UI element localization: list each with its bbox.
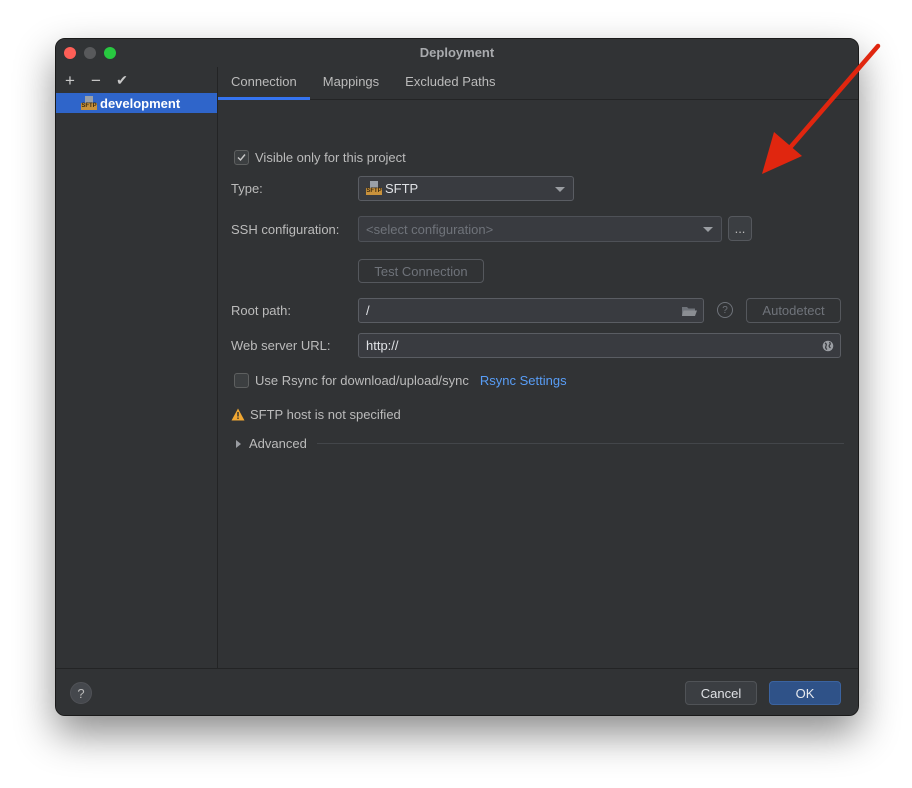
root-path-value: / [366,303,370,318]
add-icon[interactable]: + [62,72,78,89]
ssh-configuration-browse-button[interactable]: ... [728,216,752,241]
warning-icon [231,408,245,421]
cancel-button[interactable]: Cancel [685,681,757,705]
title-bar: Deployment [56,39,858,67]
sftp-icon: SFTP [366,181,382,196]
test-connection-button[interactable]: Test Connection [358,259,484,283]
rsync-settings-link[interactable]: Rsync Settings [480,373,567,388]
ok-button[interactable]: OK [769,681,841,705]
ssh-configuration-placeholder: <select configuration> [366,221,494,237]
server-item-development[interactable]: SFTP development [56,93,217,113]
root-path-input[interactable]: / [358,298,704,323]
advanced-section-toggle[interactable]: Advanced [236,436,844,451]
root-path-label: Root path: [231,303,291,318]
ssh-configuration-select[interactable]: <select configuration> [358,216,722,242]
tab-mappings[interactable]: Mappings [310,67,392,99]
chevron-down-icon [703,227,713,232]
server-list-panel: + − ✔ SFTP development [56,67,218,668]
web-server-url-label: Web server URL: [231,338,331,353]
globe-icon[interactable] [822,340,834,352]
autodetect-button[interactable]: Autodetect [746,298,841,323]
type-select[interactable]: SFTP SFTP [358,176,574,201]
warning-message: SFTP host is not specified [231,407,401,422]
advanced-label: Advanced [249,436,307,451]
sftp-icon: SFTP [81,95,97,111]
tab-excluded-paths[interactable]: Excluded Paths [392,67,508,99]
help-icon[interactable]: ? [717,302,733,318]
warning-text: SFTP host is not specified [250,407,401,422]
deployment-dialog: Deployment + − ✔ SFTP development Connec… [55,38,859,716]
server-list-toolbar: + − ✔ [56,67,217,93]
web-server-url-input[interactable]: http:// [358,333,841,358]
checkmark-icon [237,154,246,162]
folder-icon[interactable] [682,306,697,317]
chevron-right-icon [236,439,241,448]
visible-only-checkbox[interactable] [234,150,249,165]
window-title: Deployment [419,45,495,60]
type-value: SFTP [385,181,419,196]
remove-icon[interactable]: − [88,72,104,89]
visible-only-row: Visible only for this project [234,150,406,165]
dialog-footer: ? Cancel OK [56,668,858,715]
rsync-label: Use Rsync for download/upload/sync [255,373,469,388]
help-button[interactable]: ? [70,682,92,704]
checkmark-icon[interactable]: ✔ [114,73,130,87]
advanced-divider [316,443,844,444]
annotation-arrow-icon [762,43,881,174]
visible-only-label: Visible only for this project [255,150,406,165]
tab-connection[interactable]: Connection [218,67,310,100]
rsync-checkbox[interactable] [234,373,249,388]
type-label: Type: [231,181,263,196]
server-item-label: development [100,95,181,111]
web-server-url-value: http:// [366,338,399,353]
ssh-configuration-label: SSH configuration: [231,222,340,237]
rsync-row: Use Rsync for download/upload/sync Rsync… [234,373,567,388]
chevron-down-icon [555,186,565,192]
